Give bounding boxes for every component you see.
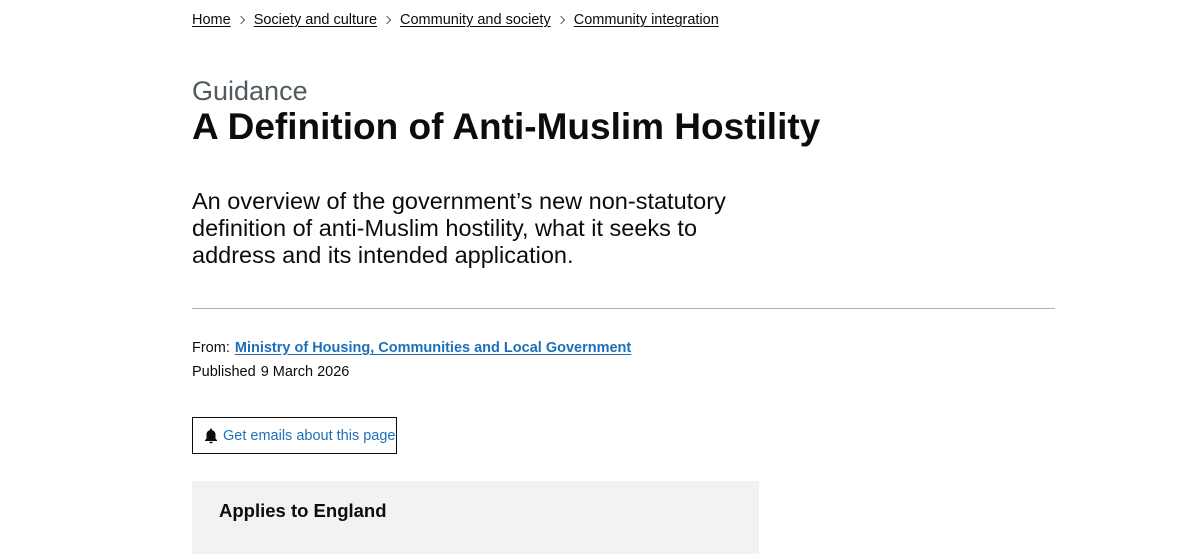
breadcrumb-link-society-and-culture[interactable]: Society and culture: [254, 10, 377, 30]
published-date: 9 March 2026: [260, 364, 350, 380]
page-title: A Definition of Anti-Muslim Hostility: [192, 106, 821, 147]
from-label: From:: [192, 340, 230, 356]
page-lead-summary: An overview of the government’s new non-…: [192, 188, 726, 268]
metadata-from-row: From: Ministry of Housing, Communities a…: [192, 336, 631, 360]
applies-to-panel: Applies to England: [192, 481, 759, 554]
applies-to-text: Applies to England: [219, 500, 387, 521]
get-emails-button[interactable]: Get emails about this page: [192, 417, 397, 454]
page-caption: Guidance: [192, 76, 308, 106]
page: Home Society and culture Community and s…: [0, 0, 1199, 554]
published-label: Published: [192, 364, 256, 380]
chevron-right-icon: [551, 10, 574, 30]
breadcrumb-link-community-integration[interactable]: Community integration: [574, 10, 719, 30]
breadcrumb-link-home[interactable]: Home: [192, 10, 231, 30]
chevron-right-icon: [377, 10, 400, 30]
organisation-link[interactable]: Ministry of Housing, Communities and Loc…: [235, 336, 631, 360]
metadata: From: Ministry of Housing, Communities a…: [192, 336, 631, 384]
bell-icon: [205, 428, 217, 443]
breadcrumb: Home Society and culture Community and s…: [192, 10, 719, 30]
chevron-right-icon: [231, 10, 254, 30]
metadata-published-row: Published 9 March 2026: [192, 360, 631, 384]
breadcrumb-link-community-and-society[interactable]: Community and society: [400, 10, 551, 30]
section-divider: [192, 308, 1055, 309]
get-emails-button-label: Get emails about this page: [223, 427, 396, 444]
